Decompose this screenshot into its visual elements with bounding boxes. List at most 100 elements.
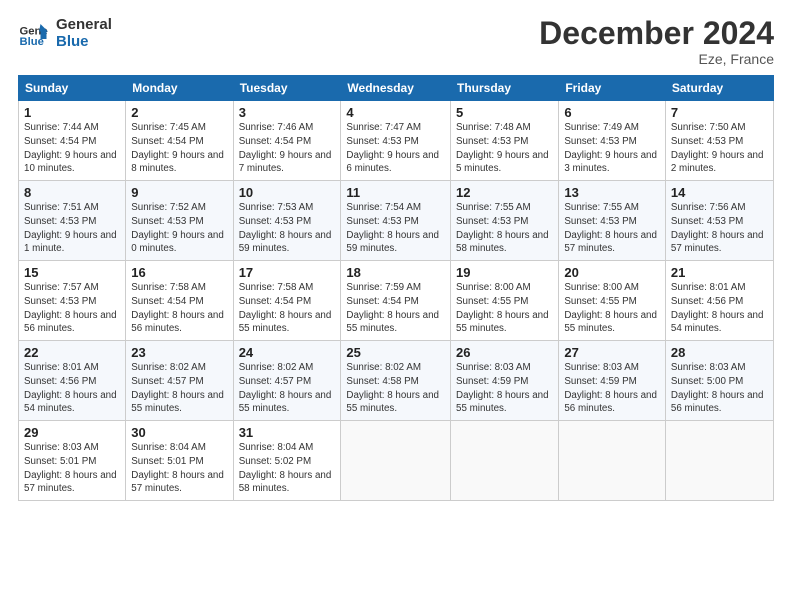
calendar-cell: 25Sunrise: 8:02 AMSunset: 4:58 PMDayligh… — [341, 341, 451, 421]
calendar-cell: 29Sunrise: 8:03 AMSunset: 5:01 PMDayligh… — [19, 421, 126, 501]
calendar-cell: 7Sunrise: 7:50 AMSunset: 4:53 PMDaylight… — [665, 101, 773, 181]
day-number: 6 — [564, 105, 660, 120]
logo-blue: Blue — [56, 33, 112, 50]
day-number: 14 — [671, 185, 768, 200]
calendar-cell: 15Sunrise: 7:57 AMSunset: 4:53 PMDayligh… — [19, 261, 126, 341]
calendar-cell: 16Sunrise: 7:58 AMSunset: 4:54 PMDayligh… — [126, 261, 233, 341]
day-info: Sunrise: 8:04 AMSunset: 5:02 PMDaylight:… — [239, 441, 336, 496]
day-info: Sunrise: 8:03 AMSunset: 5:01 PMDaylight:… — [24, 441, 120, 496]
day-info: Sunrise: 7:53 AMSunset: 4:53 PMDaylight:… — [239, 201, 336, 256]
day-number: 12 — [456, 185, 553, 200]
day-number: 20 — [564, 265, 660, 280]
calendar-cell: 21Sunrise: 8:01 AMSunset: 4:56 PMDayligh… — [665, 261, 773, 341]
day-info: Sunrise: 7:49 AMSunset: 4:53 PMDaylight:… — [564, 121, 660, 176]
logo-icon: General Blue — [18, 18, 48, 48]
day-info: Sunrise: 7:59 AMSunset: 4:54 PMDaylight:… — [346, 281, 445, 336]
calendar-cell: 31Sunrise: 8:04 AMSunset: 5:02 PMDayligh… — [233, 421, 341, 501]
day-number: 18 — [346, 265, 445, 280]
calendar-page: General Blue General Blue December 2024 … — [0, 0, 792, 612]
weekday-header-friday: Friday — [559, 76, 666, 101]
day-info: Sunrise: 8:03 AMSunset: 4:59 PMDaylight:… — [456, 361, 553, 416]
weekday-header-wednesday: Wednesday — [341, 76, 451, 101]
calendar-cell: 14Sunrise: 7:56 AMSunset: 4:53 PMDayligh… — [665, 181, 773, 261]
day-number: 21 — [671, 265, 768, 280]
calendar-week-row: 1Sunrise: 7:44 AMSunset: 4:54 PMDaylight… — [19, 101, 774, 181]
day-number: 11 — [346, 185, 445, 200]
day-number: 17 — [239, 265, 336, 280]
calendar-table: SundayMondayTuesdayWednesdayThursdayFrid… — [18, 75, 774, 501]
day-info: Sunrise: 8:00 AMSunset: 4:55 PMDaylight:… — [456, 281, 553, 336]
day-info: Sunrise: 7:51 AMSunset: 4:53 PMDaylight:… — [24, 201, 120, 256]
calendar-cell: 30Sunrise: 8:04 AMSunset: 5:01 PMDayligh… — [126, 421, 233, 501]
day-info: Sunrise: 8:00 AMSunset: 4:55 PMDaylight:… — [564, 281, 660, 336]
calendar-cell: 8Sunrise: 7:51 AMSunset: 4:53 PMDaylight… — [19, 181, 126, 261]
weekday-header-sunday: Sunday — [19, 76, 126, 101]
title-block: December 2024 Eze, France — [539, 16, 774, 67]
calendar-cell — [559, 421, 666, 501]
calendar-cell: 20Sunrise: 8:00 AMSunset: 4:55 PMDayligh… — [559, 261, 666, 341]
calendar-cell: 24Sunrise: 8:02 AMSunset: 4:57 PMDayligh… — [233, 341, 341, 421]
day-number: 7 — [671, 105, 768, 120]
day-info: Sunrise: 7:52 AMSunset: 4:53 PMDaylight:… — [131, 201, 227, 256]
calendar-cell: 13Sunrise: 7:55 AMSunset: 4:53 PMDayligh… — [559, 181, 666, 261]
calendar-cell: 28Sunrise: 8:03 AMSunset: 5:00 PMDayligh… — [665, 341, 773, 421]
calendar-cell: 26Sunrise: 8:03 AMSunset: 4:59 PMDayligh… — [451, 341, 559, 421]
day-info: Sunrise: 7:44 AMSunset: 4:54 PMDaylight:… — [24, 121, 120, 176]
day-number: 16 — [131, 265, 227, 280]
day-number: 1 — [24, 105, 120, 120]
day-info: Sunrise: 8:04 AMSunset: 5:01 PMDaylight:… — [131, 441, 227, 496]
day-info: Sunrise: 7:58 AMSunset: 4:54 PMDaylight:… — [131, 281, 227, 336]
day-number: 2 — [131, 105, 227, 120]
day-number: 3 — [239, 105, 336, 120]
day-info: Sunrise: 7:54 AMSunset: 4:53 PMDaylight:… — [346, 201, 445, 256]
day-info: Sunrise: 8:03 AMSunset: 4:59 PMDaylight:… — [564, 361, 660, 416]
day-number: 30 — [131, 425, 227, 440]
calendar-cell: 27Sunrise: 8:03 AMSunset: 4:59 PMDayligh… — [559, 341, 666, 421]
header: General Blue General Blue December 2024 … — [18, 16, 774, 67]
day-number: 25 — [346, 345, 445, 360]
day-number: 10 — [239, 185, 336, 200]
day-info: Sunrise: 7:58 AMSunset: 4:54 PMDaylight:… — [239, 281, 336, 336]
day-info: Sunrise: 8:02 AMSunset: 4:58 PMDaylight:… — [346, 361, 445, 416]
day-number: 15 — [24, 265, 120, 280]
calendar-week-row: 15Sunrise: 7:57 AMSunset: 4:53 PMDayligh… — [19, 261, 774, 341]
weekday-header-thursday: Thursday — [451, 76, 559, 101]
weekday-header-monday: Monday — [126, 76, 233, 101]
calendar-cell: 12Sunrise: 7:55 AMSunset: 4:53 PMDayligh… — [451, 181, 559, 261]
day-number: 23 — [131, 345, 227, 360]
calendar-cell — [665, 421, 773, 501]
day-info: Sunrise: 7:50 AMSunset: 4:53 PMDaylight:… — [671, 121, 768, 176]
calendar-cell: 5Sunrise: 7:48 AMSunset: 4:53 PMDaylight… — [451, 101, 559, 181]
day-number: 19 — [456, 265, 553, 280]
day-number: 29 — [24, 425, 120, 440]
day-number: 22 — [24, 345, 120, 360]
day-number: 27 — [564, 345, 660, 360]
calendar-cell: 10Sunrise: 7:53 AMSunset: 4:53 PMDayligh… — [233, 181, 341, 261]
calendar-cell: 19Sunrise: 8:00 AMSunset: 4:55 PMDayligh… — [451, 261, 559, 341]
day-number: 8 — [24, 185, 120, 200]
day-info: Sunrise: 7:57 AMSunset: 4:53 PMDaylight:… — [24, 281, 120, 336]
svg-text:Blue: Blue — [20, 36, 44, 48]
day-info: Sunrise: 8:01 AMSunset: 4:56 PMDaylight:… — [671, 281, 768, 336]
calendar-cell: 9Sunrise: 7:52 AMSunset: 4:53 PMDaylight… — [126, 181, 233, 261]
calendar-cell: 3Sunrise: 7:46 AMSunset: 4:54 PMDaylight… — [233, 101, 341, 181]
weekday-header-row: SundayMondayTuesdayWednesdayThursdayFrid… — [19, 76, 774, 101]
calendar-cell: 2Sunrise: 7:45 AMSunset: 4:54 PMDaylight… — [126, 101, 233, 181]
day-info: Sunrise: 8:02 AMSunset: 4:57 PMDaylight:… — [239, 361, 336, 416]
day-number: 31 — [239, 425, 336, 440]
day-number: 4 — [346, 105, 445, 120]
calendar-cell: 6Sunrise: 7:49 AMSunset: 4:53 PMDaylight… — [559, 101, 666, 181]
day-info: Sunrise: 7:55 AMSunset: 4:53 PMDaylight:… — [564, 201, 660, 256]
logo: General Blue General Blue — [18, 16, 112, 50]
day-info: Sunrise: 7:46 AMSunset: 4:54 PMDaylight:… — [239, 121, 336, 176]
day-info: Sunrise: 8:01 AMSunset: 4:56 PMDaylight:… — [24, 361, 120, 416]
calendar-week-row: 22Sunrise: 8:01 AMSunset: 4:56 PMDayligh… — [19, 341, 774, 421]
calendar-week-row: 8Sunrise: 7:51 AMSunset: 4:53 PMDaylight… — [19, 181, 774, 261]
calendar-cell: 23Sunrise: 8:02 AMSunset: 4:57 PMDayligh… — [126, 341, 233, 421]
day-info: Sunrise: 8:03 AMSunset: 5:00 PMDaylight:… — [671, 361, 768, 416]
calendar-week-row: 29Sunrise: 8:03 AMSunset: 5:01 PMDayligh… — [19, 421, 774, 501]
weekday-header-tuesday: Tuesday — [233, 76, 341, 101]
day-number: 24 — [239, 345, 336, 360]
day-info: Sunrise: 7:55 AMSunset: 4:53 PMDaylight:… — [456, 201, 553, 256]
month-title: December 2024 — [539, 16, 774, 51]
